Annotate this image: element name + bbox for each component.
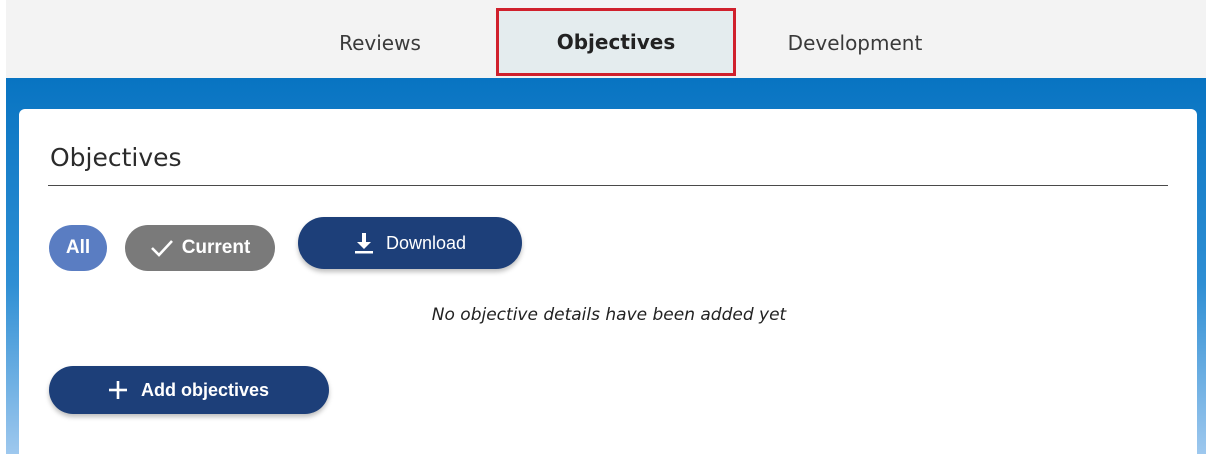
title-divider: [48, 185, 1168, 186]
tab-reviews[interactable]: Reviews: [316, 10, 444, 76]
check-icon: [150, 240, 173, 257]
empty-state-message: No objective details have been added yet: [431, 305, 787, 325]
tab-development[interactable]: Development: [758, 10, 952, 76]
filter-all-button[interactable]: All: [49, 225, 107, 271]
filter-current-label: Current: [181, 237, 251, 258]
add-objectives-button[interactable]: Add objectives: [49, 366, 329, 414]
download-label: Download: [385, 232, 467, 253]
filter-current-button[interactable]: Current: [125, 225, 275, 271]
objectives-card: Objectives All Current Download No objec…: [19, 109, 1197, 454]
filter-all-label: All: [65, 237, 91, 258]
add-objectives-label: Add objectives: [140, 379, 270, 400]
tab-bar: Reviews Objectives Development: [6, 0, 1206, 78]
plus-icon: [108, 381, 127, 399]
download-button[interactable]: Download: [298, 217, 522, 269]
section-title: Objectives: [50, 143, 182, 172]
tab-objectives[interactable]: Objectives: [496, 8, 736, 76]
download-icon: [354, 233, 373, 254]
